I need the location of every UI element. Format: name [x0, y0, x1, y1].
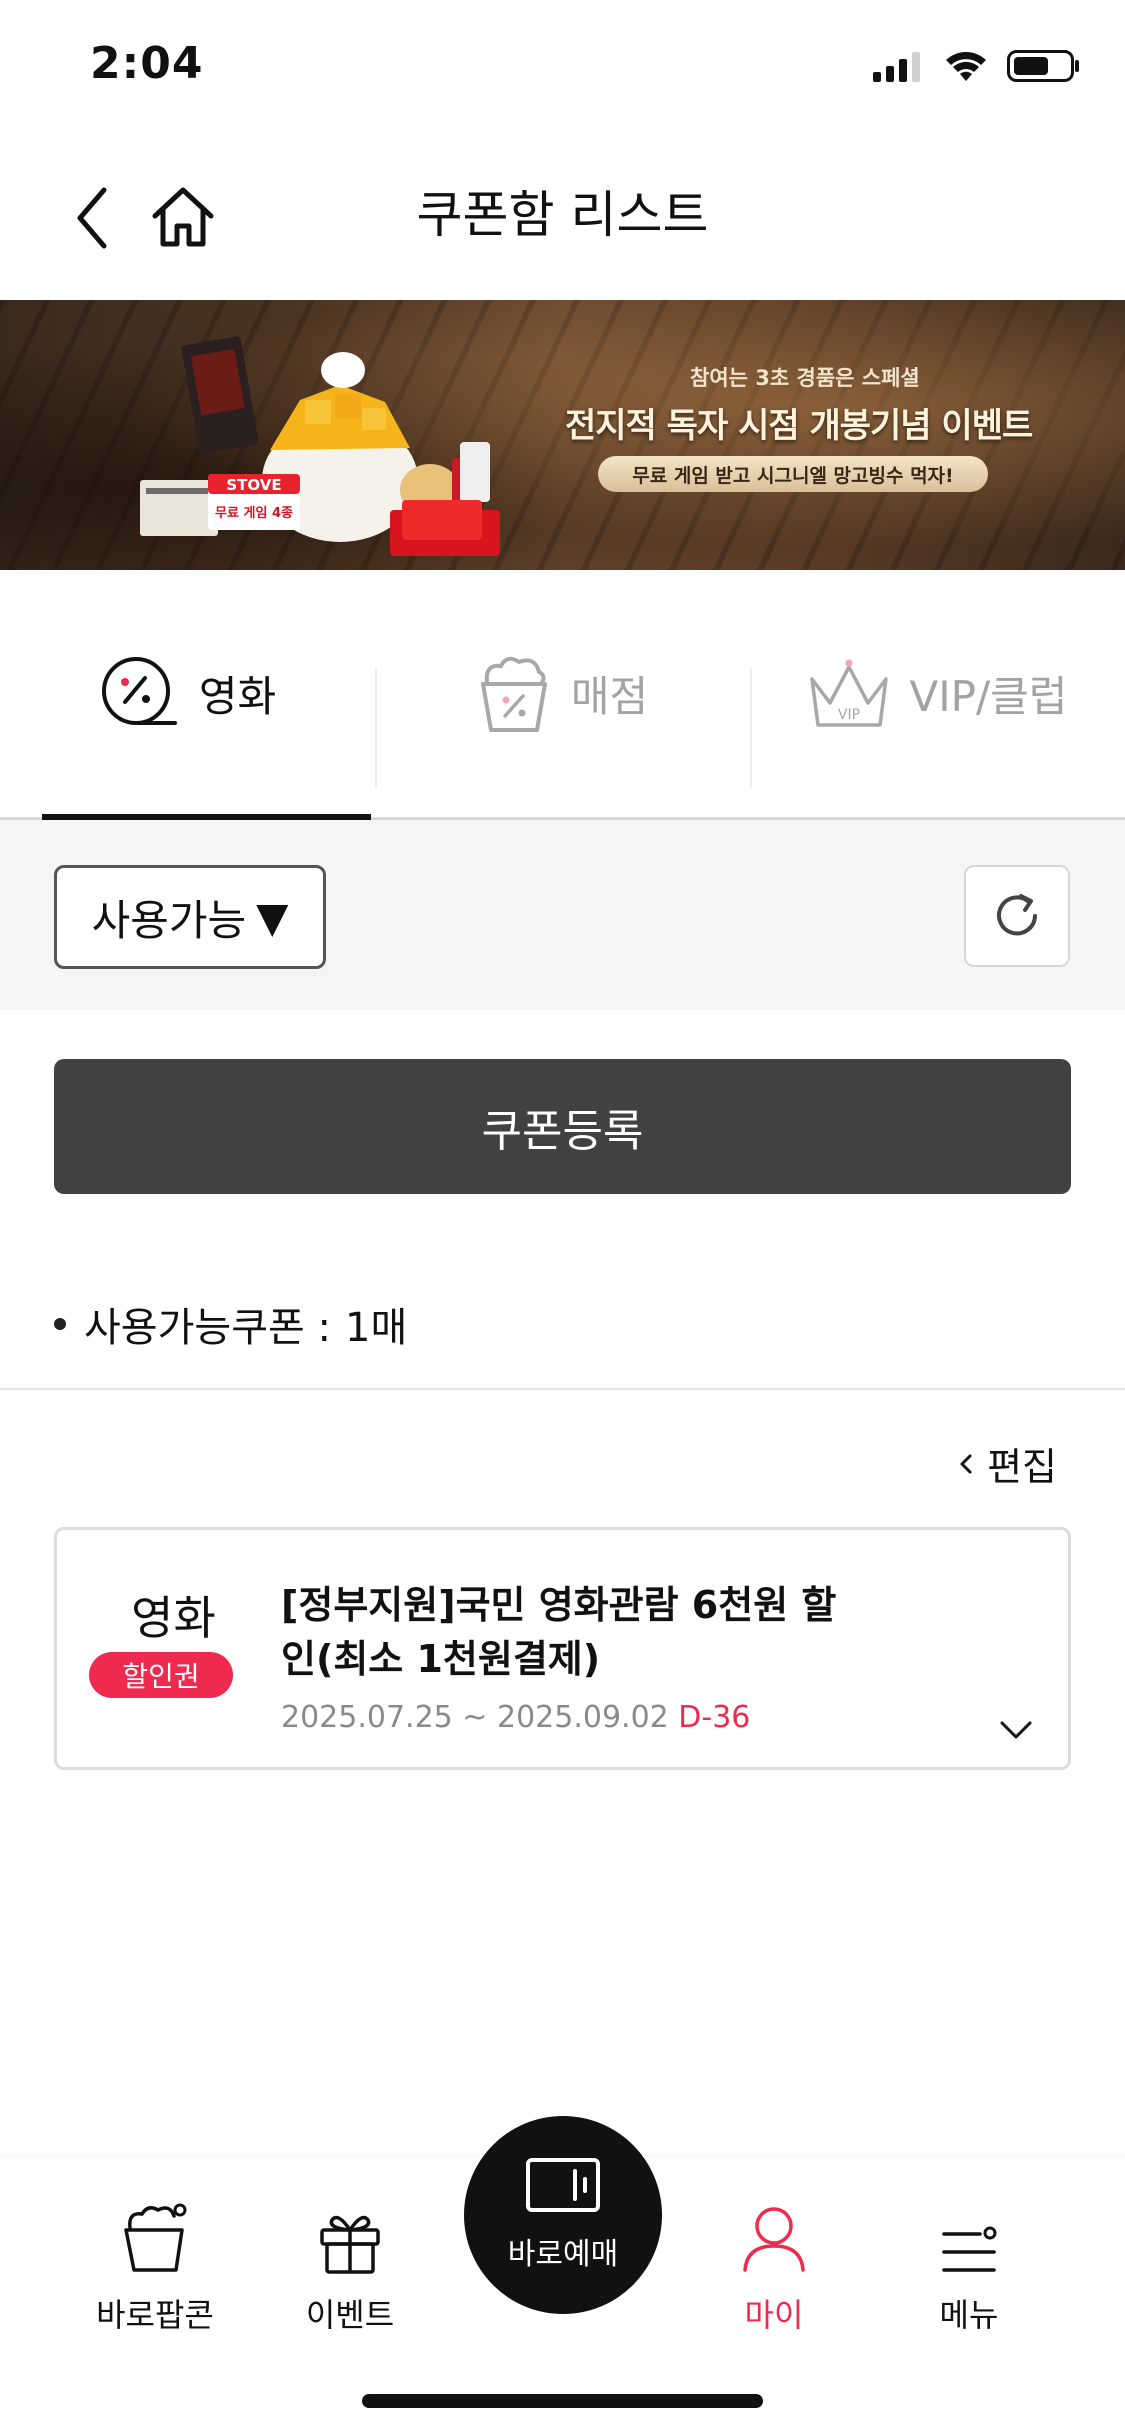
- nav-event[interactable]: 이벤트: [270, 2188, 430, 2336]
- tab-snack[interactable]: 매점: [375, 570, 750, 817]
- battery-icon: [1007, 50, 1079, 82]
- gift-icon: [270, 2188, 430, 2274]
- tab-snack-label: 매점: [570, 672, 649, 721]
- coupon-validity: 2025.07.25 ~ 2025.09.02 D-36: [281, 1700, 750, 1735]
- expand-coupon-button[interactable]: [994, 1715, 1038, 1745]
- chevron-down-icon: [1000, 1721, 1032, 1739]
- svg-text:VIP: VIP: [837, 707, 859, 723]
- quick-booking-button[interactable]: 바로예매: [464, 2116, 662, 2314]
- banner-stove-brand: STOVE: [226, 476, 282, 494]
- banner-headline: 전지적 독자 시점 개봉기념 이벤트: [565, 406, 1033, 446]
- banner-pill: 무료 게임 받고 시그니엘 망고빙수 먹자!: [598, 456, 988, 492]
- nav-popcorn[interactable]: 바로팝콘: [75, 2188, 235, 2336]
- available-coupon-count: 사용가능쿠폰 : 1매: [54, 1295, 407, 1353]
- home-indicator: [362, 2394, 763, 2408]
- section-divider: [0, 1388, 1125, 1390]
- status-filter-select[interactable]: 사용가능 ▼: [54, 865, 326, 969]
- wifi-icon: [946, 52, 986, 81]
- nav-popcorn-label: 바로팝콘: [96, 2296, 214, 2334]
- register-coupon-button[interactable]: 쿠폰등록: [54, 1059, 1071, 1194]
- status-filter-value: 사용가능: [91, 895, 247, 945]
- status-icons: [873, 48, 1081, 84]
- status-bar: 2:04: [0, 0, 1125, 135]
- available-coupon-value: 1매: [345, 1305, 408, 1351]
- available-coupon-label: 사용가능쿠폰 :: [84, 1305, 331, 1351]
- popcorn-icon: [75, 2188, 235, 2274]
- tab-movie-label: 영화: [198, 672, 277, 721]
- tab-vip-club[interactable]: VIP VIP/클럽: [750, 570, 1125, 817]
- banner-subtitle: 참여는 3초 경품은 스페셜: [690, 366, 920, 390]
- coupon-badge: 할인권: [89, 1652, 233, 1698]
- banner-stove-label: 무료 게임 4종: [215, 506, 293, 521]
- snack-coupon-icon: [477, 654, 551, 734]
- coupon-card[interactable]: 영화 할인권 [정부지원]국민 영화관람 6천원 할인(최소 1천원결제) 20…: [54, 1527, 1071, 1770]
- nav-menu[interactable]: 메뉴: [889, 2188, 1049, 2336]
- signal-icon: [873, 52, 920, 82]
- coupon-title: [정부지원]국민 영화관람 6천원 할인(최소 1천원결제): [281, 1583, 837, 1681]
- coupon-dday: D-36: [678, 1700, 751, 1735]
- filter-bar: 사용가능 ▼: [0, 820, 1125, 1010]
- coupon-period: 2025.07.25 ~ 2025.09.02: [281, 1700, 669, 1735]
- tab-vip-label: VIP/클럽: [909, 672, 1068, 721]
- refresh-icon: [997, 894, 1037, 936]
- category-tabs: 영화 매점 VIP VIP/클럽: [0, 570, 1125, 820]
- event-banner[interactable]: STOVE 무료 게임 4종 참여는 3초 경품은 스페셜 전지적 독자 시점 …: [0, 300, 1125, 570]
- header: 쿠폰함 리스트: [0, 135, 1125, 300]
- user-icon: [694, 2188, 854, 2274]
- edit-button[interactable]: 편집: [959, 1436, 1057, 1491]
- bullet-dot: [54, 1318, 66, 1330]
- nav-menu-label: 메뉴: [939, 2296, 999, 2334]
- nav-my[interactable]: 마이: [694, 2188, 854, 2336]
- coupon-type: 영화: [131, 1591, 216, 1645]
- caret-down-icon: ▼: [256, 892, 289, 942]
- vip-crown-icon: VIP: [808, 659, 890, 729]
- tab-movie[interactable]: 영화: [0, 570, 375, 820]
- quick-booking-label: 바로예매: [507, 2237, 619, 2272]
- status-time: 2:04: [90, 38, 204, 89]
- nav-event-label: 이벤트: [305, 2296, 395, 2334]
- chevron-left-small-icon: [960, 1454, 972, 1473]
- ticket-icon: [526, 2158, 600, 2212]
- movie-coupon-icon: [99, 654, 179, 734]
- nav-my-label: 마이: [744, 2296, 804, 2334]
- edit-label: 편집: [987, 1445, 1057, 1489]
- menu-icon: [889, 2188, 1049, 2274]
- banner-illustration: [140, 336, 500, 556]
- page-title: 쿠폰함 리스트: [416, 186, 709, 244]
- refresh-button[interactable]: [964, 865, 1070, 967]
